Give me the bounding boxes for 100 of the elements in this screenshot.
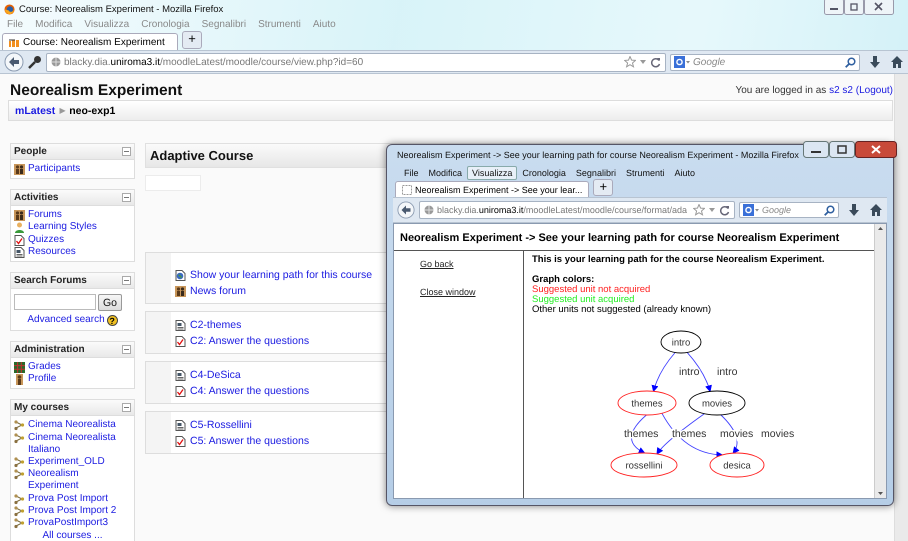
collapse-icon[interactable]	[122, 276, 131, 286]
block-title: My courses	[14, 402, 70, 414]
search-forums-field[interactable]	[14, 294, 96, 310]
block-link[interactable]: Prova Post Import 2	[28, 504, 116, 518]
nav-link[interactable]: Go back	[420, 259, 454, 269]
dropdown-icon[interactable]	[639, 58, 647, 66]
quiz-icon	[14, 234, 25, 246]
help-icon[interactable]: ?	[106, 315, 118, 326]
graph-node: rossellini	[610, 452, 678, 478]
all-courses-link[interactable]: All courses ...	[42, 530, 103, 541]
graph-node: desica	[710, 452, 764, 478]
menu-item[interactable]: Strumenti	[620, 166, 670, 180]
activity-link[interactable]: C5: Answer the questions	[190, 435, 310, 447]
user-link[interactable]: s2 s2	[829, 85, 853, 96]
block-link[interactable]: Prova Post Import	[28, 492, 108, 505]
edge-label: intro	[717, 366, 738, 378]
nodes-icon	[14, 518, 25, 530]
close-button[interactable]	[854, 141, 897, 158]
menu-item[interactable]: Visualizza	[467, 166, 518, 180]
menu-item[interactable]: File	[399, 166, 424, 180]
back-icon[interactable]	[4, 52, 24, 72]
activity-link[interactable]: C5-Rossellini	[190, 419, 252, 431]
grid-icon	[14, 362, 25, 374]
download-icon[interactable]	[847, 203, 861, 217]
collapse-icon[interactable]	[122, 147, 131, 156]
block-link[interactable]: Resources	[28, 246, 76, 258]
home-icon[interactable]	[869, 203, 883, 217]
new-tab-button[interactable]: +	[182, 31, 202, 49]
block-link[interactable]: Profile	[28, 373, 56, 386]
legend-item: Suggested unit acquired	[532, 295, 634, 305]
block-link[interactable]: Forums	[28, 209, 62, 222]
scrollbar[interactable]	[874, 224, 886, 498]
search-icon[interactable]	[845, 56, 856, 68]
menu-item[interactable]: Segnalibri	[570, 166, 621, 180]
home-icon[interactable]	[890, 55, 904, 69]
minimize-button[interactable]	[802, 141, 829, 158]
intro-text: This is your learning path for the course Neorealism Experiment.	[532, 255, 826, 265]
search-input[interactable]: Google	[762, 205, 821, 215]
breadcrumb-link[interactable]: mLatest	[15, 104, 56, 116]
browser-tab[interactable]: Neorealism Experiment -> See your lear...	[395, 181, 590, 197]
search-field[interactable]: Google	[739, 202, 839, 218]
menu-item[interactable]: Modifica	[424, 166, 468, 180]
reload-icon[interactable]	[650, 56, 661, 68]
nav-link[interactable]: Close window	[420, 287, 476, 297]
block-link[interactable]: ProvaPostImport3	[28, 517, 108, 530]
reload-icon[interactable]	[719, 204, 730, 216]
block-link[interactable]: Participants	[28, 163, 80, 176]
block-link[interactable]: Cinema Neorealista Italiano	[28, 432, 131, 456]
activity-link[interactable]: C4-DeSica	[190, 369, 241, 381]
quiz-icon	[175, 436, 186, 446]
document-icon	[14, 246, 25, 258]
logout-link[interactable]: (Logout)	[856, 85, 893, 96]
star-icon[interactable]	[624, 56, 636, 68]
block-title: Administration	[14, 344, 85, 356]
activity-link[interactable]: C4: Answer the questions	[190, 385, 310, 397]
back-icon[interactable]	[397, 201, 415, 219]
activity-link[interactable]: C2: Answer the questions	[190, 335, 310, 347]
collapse-icon[interactable]	[122, 403, 131, 412]
maximize-button[interactable]	[828, 141, 855, 158]
legend-title: Graph colors:	[532, 275, 596, 285]
menu-item[interactable]: Cronologia	[517, 166, 571, 180]
close-button[interactable]	[864, 0, 894, 15]
block-link[interactable]: Neorealism Experiment	[28, 468, 131, 493]
collapse-icon[interactable]	[122, 345, 131, 354]
search-field[interactable]: Google	[670, 54, 860, 70]
search-engine-icon[interactable]	[674, 56, 690, 68]
restore-button[interactable]	[844, 0, 864, 15]
nodes-icon	[14, 420, 25, 432]
nodes-icon	[14, 506, 25, 517]
new-tab-button[interactable]: +	[593, 179, 614, 196]
activity-link[interactable]: News forum	[190, 285, 246, 297]
people-icon	[14, 164, 25, 175]
activity-link[interactable]: C2-themes	[190, 319, 242, 331]
address-field[interactable]: blacky.dia.uniroma3.it/moodleLatest/moodle/course/view.php?id=60	[46, 52, 666, 72]
block-link[interactable]: Learning Styles	[28, 221, 97, 234]
globe-icon	[424, 205, 434, 215]
collapse-icon[interactable]	[122, 193, 131, 202]
minimize-button[interactable]	[824, 0, 844, 15]
block-title: Activities	[14, 192, 58, 204]
graph-node: themes	[618, 390, 676, 416]
block-link[interactable]: Quizzes	[28, 234, 64, 246]
activity-link[interactable]: Show your learning path for this course	[190, 269, 372, 281]
star-icon[interactable]	[693, 204, 705, 216]
search-input[interactable]: Google	[693, 56, 842, 68]
quiz-icon	[175, 386, 186, 396]
search-icon[interactable]	[824, 204, 835, 216]
dropdown-icon[interactable]	[708, 206, 716, 214]
block-link[interactable]: Cinema Neorealista	[28, 419, 116, 432]
menu-item[interactable]: Aiuto	[669, 166, 700, 180]
browser-tab[interactable]: Course: Neorealism Experiment	[2, 33, 178, 50]
search-engine-icon[interactable]	[743, 204, 759, 216]
block-link[interactable]: Experiment_OLD	[28, 456, 105, 468]
advanced-search-link[interactable]: Advanced search	[27, 314, 105, 326]
address-field[interactable]: blacky.dia.uniroma3.it/moodleLatest/moodle/course/format/ada	[419, 201, 735, 219]
download-icon[interactable]	[868, 55, 882, 69]
legend-item: Suggested unit not acquired	[532, 285, 650, 295]
scrollbar[interactable]	[894, 74, 908, 541]
block-link[interactable]: Grades	[28, 361, 61, 374]
go-button[interactable]: Go	[98, 294, 122, 312]
document-icon	[175, 320, 186, 330]
